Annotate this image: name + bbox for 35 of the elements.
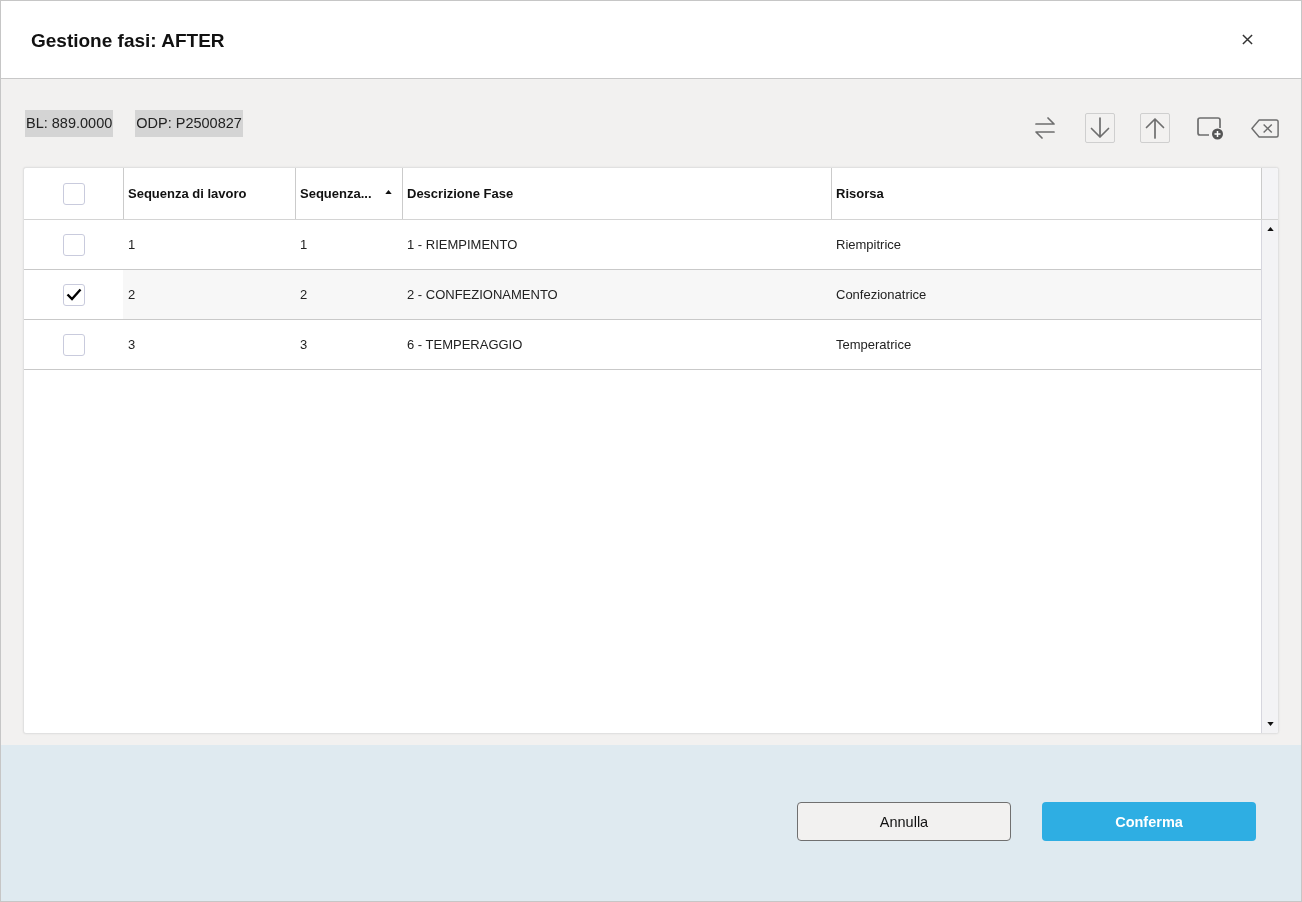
table-cell-text: 1	[299, 236, 309, 254]
up-arrow-icon	[1145, 117, 1165, 139]
table-cell-text: 3	[299, 336, 309, 354]
move-down-button[interactable]	[1085, 113, 1115, 143]
column-header[interactable]: Sequenza di lavoro	[123, 168, 295, 219]
table-cell-text: Riempitrice	[835, 236, 902, 254]
table-cell-text: 6 - TEMPERAGGIO	[406, 336, 524, 354]
checkmark-icon	[65, 288, 82, 301]
down-arrow-icon	[1090, 117, 1110, 139]
move-up-button[interactable]	[1140, 113, 1170, 143]
scroll-up-icon	[1266, 227, 1274, 231]
close-icon	[1241, 34, 1253, 45]
info-label: ODP: P2500827	[135, 110, 243, 137]
checkbox[interactable]	[62, 283, 85, 306]
table-cell-text: 3	[127, 336, 137, 354]
checkbox[interactable]	[62, 233, 85, 256]
checkbox[interactable]	[62, 182, 85, 205]
scrollbar[interactable]	[1261, 220, 1278, 733]
dialog-title: Gestione fasi: AFTER	[31, 29, 225, 52]
table-cell-text: 1 - RIEMPIMENTO	[406, 236, 519, 254]
column-header[interactable]: Sequenza...	[295, 168, 402, 219]
table-cell: 2	[295, 270, 402, 319]
table-cell-text: Temperatrice	[835, 336, 913, 354]
swap-arrows-icon	[1034, 117, 1056, 139]
table-cell: Confezionatrice	[831, 270, 1261, 319]
info-label: BL: 889.0000	[25, 110, 114, 137]
column-header[interactable]: Descrizione Fase	[402, 168, 831, 219]
table-cell-text: 1	[127, 236, 137, 254]
table-cell: 2 - CONFEZIONAMENTO	[402, 270, 831, 319]
scroll-down-icon	[1266, 722, 1274, 726]
window-plus-icon	[1196, 116, 1224, 140]
table-cell: 2	[123, 270, 295, 319]
checkbox[interactable]	[62, 333, 85, 356]
cancel-button[interactable]: Annulla	[797, 802, 1011, 841]
backspace-icon	[1251, 117, 1279, 139]
